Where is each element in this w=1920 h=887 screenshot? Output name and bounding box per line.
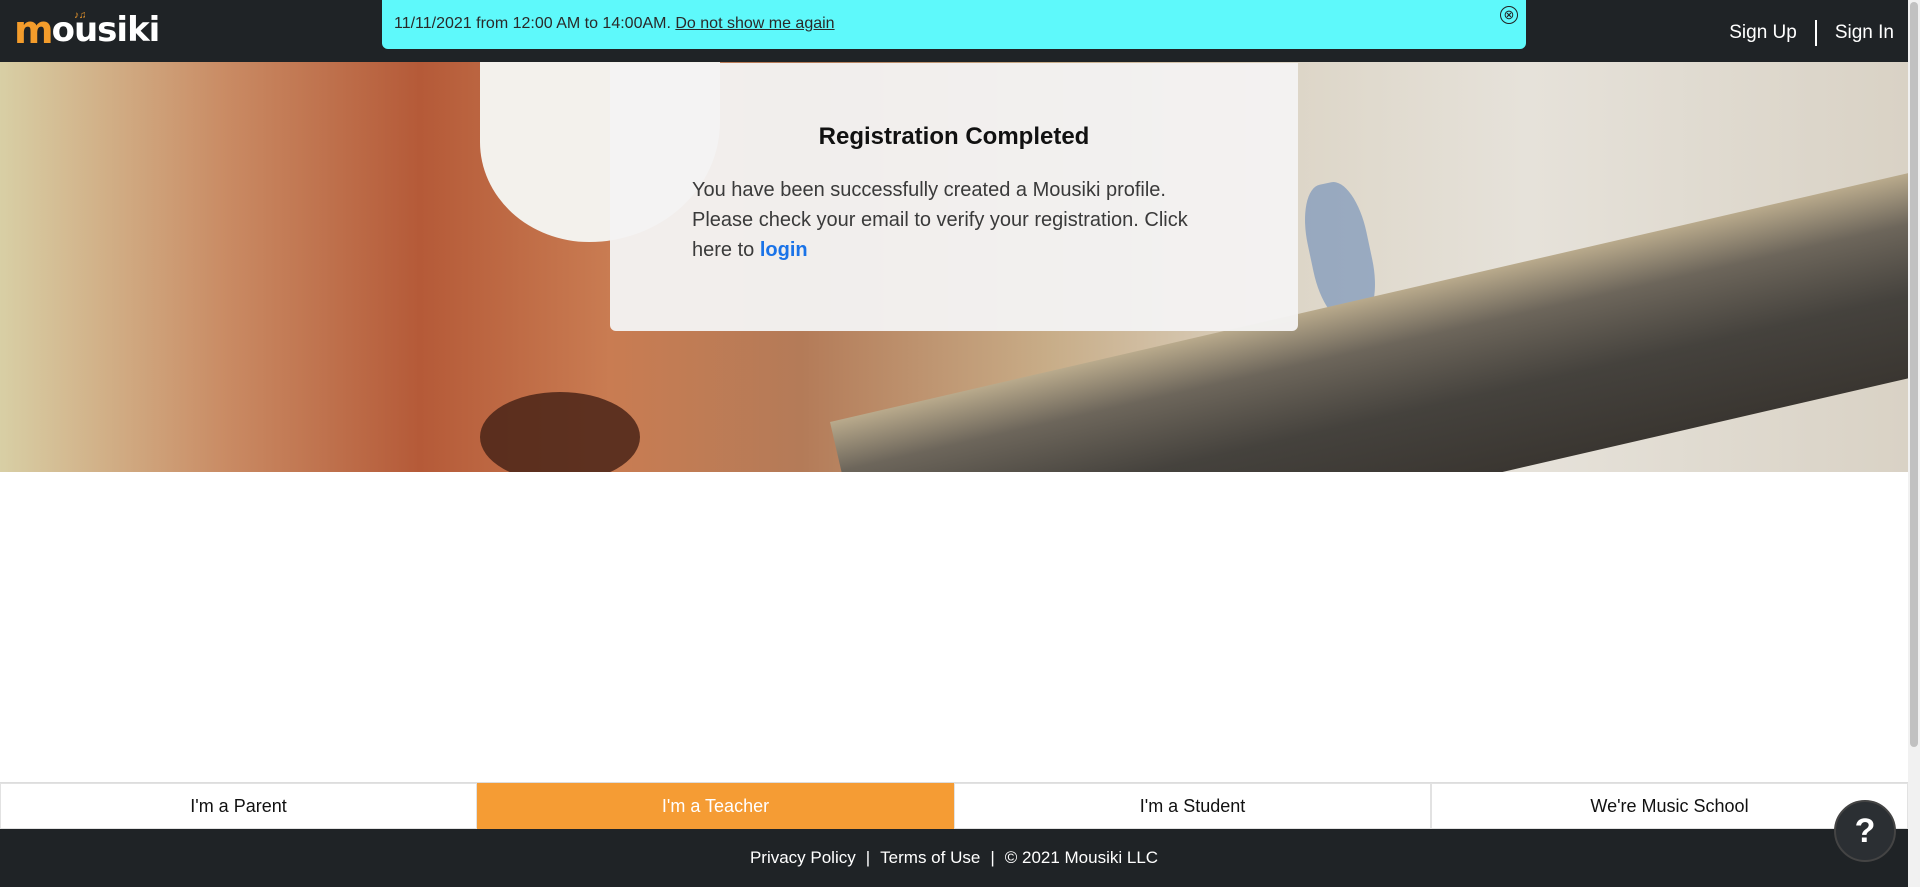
footer: Privacy Policy | Terms of Use | © 2021 M… — [0, 829, 1908, 887]
registration-message: You have been successfully created a Mou… — [692, 175, 1192, 265]
scrollbar-thumb[interactable] — [1910, 2, 1918, 747]
sign-in-link[interactable]: Sign In — [1835, 22, 1894, 44]
close-icon[interactable]: ⊗ — [1500, 6, 1518, 24]
copyright-text: © 2021 Mousiki LLC — [1004, 848, 1159, 867]
tab-teacher[interactable]: I'm a Teacher — [477, 783, 954, 829]
login-link[interactable]: login — [760, 239, 808, 261]
logo-text: ousiki — [51, 10, 161, 50]
privacy-policy-link[interactable]: Privacy Policy — [750, 848, 856, 868]
maintenance-notice: 11/11/2021 from 12:00 AM to 14:00AM. Do … — [382, 0, 1526, 49]
sign-up-link[interactable]: Sign Up — [1729, 22, 1797, 44]
role-tabs: I'm a Parent I'm a Teacher I'm a Student… — [0, 782, 1908, 829]
mousiki-logo[interactable]: ♪♫ m ousiki — [14, 8, 161, 52]
auth-links: Sign Up Sign In — [1729, 20, 1894, 46]
help-button[interactable]: ? — [1834, 800, 1896, 862]
do-not-show-again-link[interactable]: Do not show me again — [675, 15, 834, 32]
page-scrollbar[interactable] — [1908, 0, 1920, 887]
tab-parent[interactable]: I'm a Parent — [0, 783, 477, 829]
terms-of-use-link[interactable]: Terms of Use — [880, 848, 980, 868]
logo-music-notes: ♪♫ — [74, 10, 87, 21]
footer-separator: | — [990, 848, 995, 867]
tab-student[interactable]: I'm a Student — [954, 783, 1431, 829]
footer-separator: | — [865, 848, 871, 867]
guitar-soundhole — [480, 392, 640, 472]
logo-letter-m: m — [14, 8, 54, 52]
registration-title: Registration Completed — [818, 123, 1090, 150]
notice-message: 11/11/2021 from 12:00 AM to 14:00AM. — [394, 15, 671, 32]
nav-divider — [1814, 20, 1817, 46]
registration-card: Registration Completed You have been suc… — [610, 63, 1298, 331]
